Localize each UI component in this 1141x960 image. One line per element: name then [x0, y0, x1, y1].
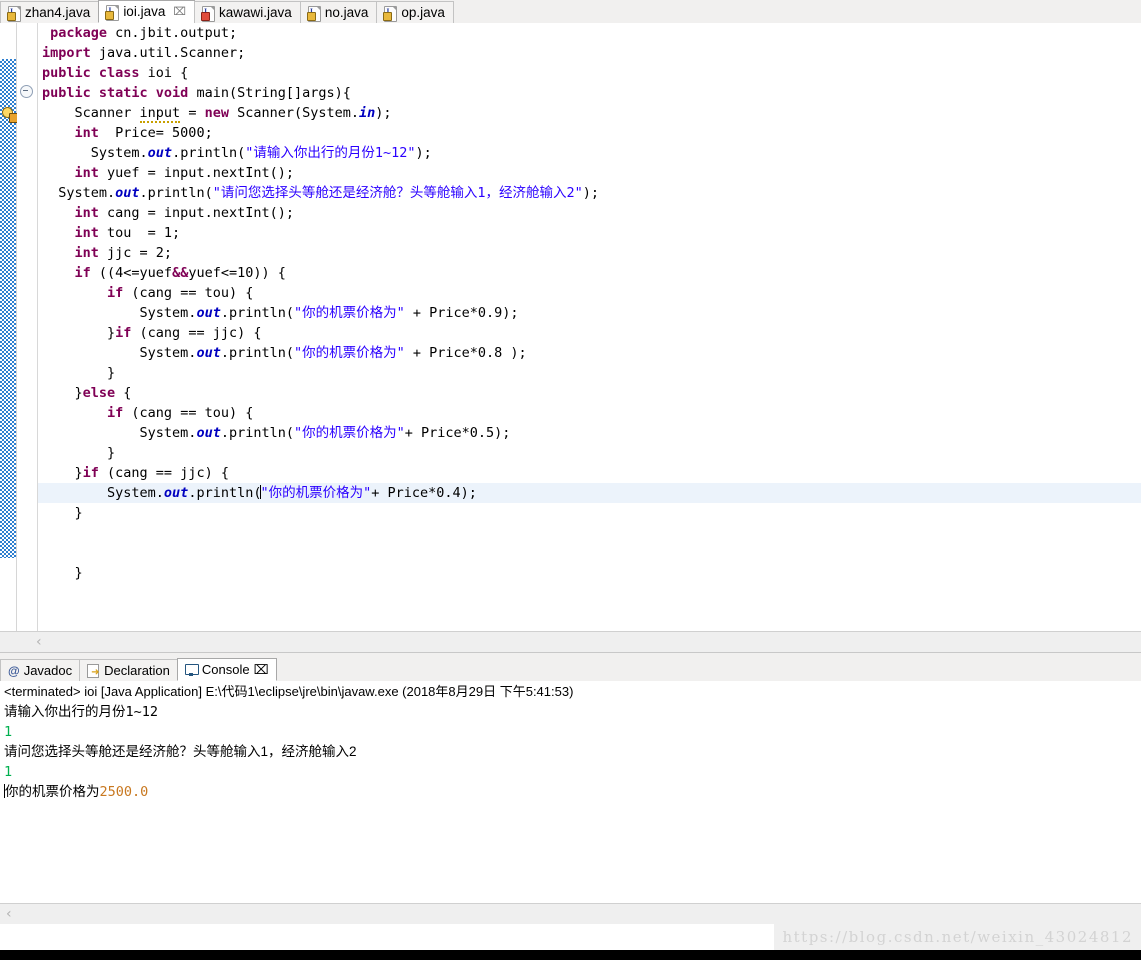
editor-tab-no[interactable]: J no.java: [299, 1, 378, 23]
code-line: if (cang == tou) {: [107, 405, 254, 421]
close-icon[interactable]: ⌧: [173, 5, 186, 18]
code-line: System.out.println("你的机票价格为" + Price*0.8…: [42, 345, 527, 361]
editor-tab-op[interactable]: J op.java: [376, 1, 454, 23]
scroll-left-icon[interactable]: ‹: [6, 907, 12, 921]
panel-tab-label: Javadoc: [23, 663, 73, 678]
java-file-icon: J: [383, 5, 398, 22]
java-file-icon: J: [306, 5, 321, 22]
tab-console[interactable]: Console ⌧: [176, 658, 277, 681]
code-line: if (cang == tou) {: [107, 285, 254, 301]
warning-lightbulb-icon[interactable]: [2, 107, 19, 123]
editor-tab-label: zhan4.java: [25, 5, 91, 20]
code-text[interactable]: package cn.jbit.output; import java.util…: [38, 23, 1141, 631]
code-line: Scanner input = new Scanner(System.in);: [42, 105, 392, 123]
code-line: }: [42, 565, 83, 581]
editor-tab-label: no.java: [324, 5, 369, 20]
tab-declaration[interactable]: ➜ Declaration: [79, 659, 178, 681]
code-line: if ((4<=yuef&&yuef<=10)) {: [74, 265, 286, 281]
console-icon: [184, 663, 199, 676]
code-line: }: [42, 505, 83, 521]
editor-tab-ioi[interactable]: J ioi.java ⌧: [98, 0, 196, 23]
bottom-panel: @ Javadoc ➜ Declaration Console ⌧ <termi…: [0, 658, 1141, 904]
code-editor[interactable]: package cn.jbit.output; import java.util…: [0, 23, 1141, 631]
annotation-ruler[interactable]: [0, 23, 19, 631]
occurrence-marker-bar: [0, 59, 16, 558]
console-line: 请输入你出行的月份1~12: [4, 704, 159, 720]
code-line: System.out.println("请输入你出行的月份1~12");: [42, 145, 432, 161]
console-terminated-line: <terminated> ioi [Java Application] E:\代…: [4, 684, 574, 699]
code-line: }if (cang == jjc) {: [42, 465, 229, 481]
code-line: int Price= 5000;: [74, 125, 213, 141]
editor-tab-bar: J zhan4.java J ioi.java ⌧ J kawawi.java …: [0, 0, 1141, 24]
code-line: System.out.println("你的机票价格为"+ Price*0.5)…: [42, 425, 511, 441]
watermark: https://blog.csdn.net/weixin_43024812: [774, 924, 1141, 950]
code-line: int yuef = input.nextInt();: [74, 165, 294, 181]
code-line: }else {: [42, 385, 132, 401]
scroll-left-icon[interactable]: ‹: [36, 635, 42, 649]
code-line: public static void main(String[]args){: [42, 85, 351, 101]
console-horizontal-scrollbar[interactable]: ‹: [0, 903, 1141, 925]
code-line: int tou = 1;: [74, 225, 181, 241]
java-file-icon: J: [201, 5, 216, 22]
code-line: public class ioi {: [42, 65, 189, 81]
editor-tab-label: kawawi.java: [219, 5, 292, 20]
bottom-black-bar: [0, 950, 1141, 960]
folding-ruler[interactable]: [17, 23, 38, 631]
editor-tab-kawawi[interactable]: J kawawi.java: [194, 1, 301, 23]
code-line: }: [42, 445, 116, 461]
code-line: int jjc = 2;: [74, 245, 173, 261]
console-line-input: 1: [4, 764, 13, 780]
eclipse-window: J zhan4.java J ioi.java ⌧ J kawawi.java …: [0, 0, 1141, 960]
declaration-icon: ➜: [87, 664, 100, 678]
editor-tab-label: ioi.java: [123, 4, 166, 19]
console-line-result: 你的机票价格为2500.0: [4, 784, 149, 800]
editor-horizontal-scrollbar[interactable]: ‹: [0, 631, 1141, 653]
java-file-icon: J: [105, 4, 120, 21]
panel-tab-bar: @ Javadoc ➜ Declaration Console ⌧: [0, 658, 1141, 682]
console-output[interactable]: <terminated> ioi [Java Application] E:\代…: [0, 681, 1141, 904]
tab-javadoc[interactable]: @ Javadoc: [0, 659, 81, 681]
close-icon[interactable]: ⌧: [254, 662, 269, 678]
code-line: import java.util.Scanner;: [42, 45, 246, 61]
code-line: }: [42, 365, 116, 381]
panel-tab-label: Declaration: [104, 663, 170, 678]
java-file-icon: J: [7, 5, 21, 22]
collapse-icon[interactable]: [20, 85, 33, 98]
code-line: System.out.println("你的机票价格为" + Price*0.9…: [42, 305, 519, 321]
editor-tab-label: op.java: [401, 5, 445, 20]
javadoc-icon: @: [8, 663, 20, 678]
code-line: int cang = input.nextInt();: [74, 205, 294, 221]
code-line: System.out.println("请问您选择头等舱还是经济舱？头等舱输入1…: [42, 185, 599, 201]
panel-tab-label: Console: [201, 662, 250, 677]
console-line-input: 1: [4, 724, 13, 740]
code-line: }if (cang == jjc) {: [42, 325, 262, 341]
code-line-highlighted: System.out.println("你的机票价格为"+ Price*0.4)…: [38, 483, 1141, 503]
code-line: package cn.jbit.output;: [42, 25, 238, 41]
editor-tab-zhan4[interactable]: J zhan4.java: [0, 1, 100, 23]
console-line: 请问您选择头等舱还是经济舱？头等舱输入1，经济舱输入2: [4, 744, 357, 759]
